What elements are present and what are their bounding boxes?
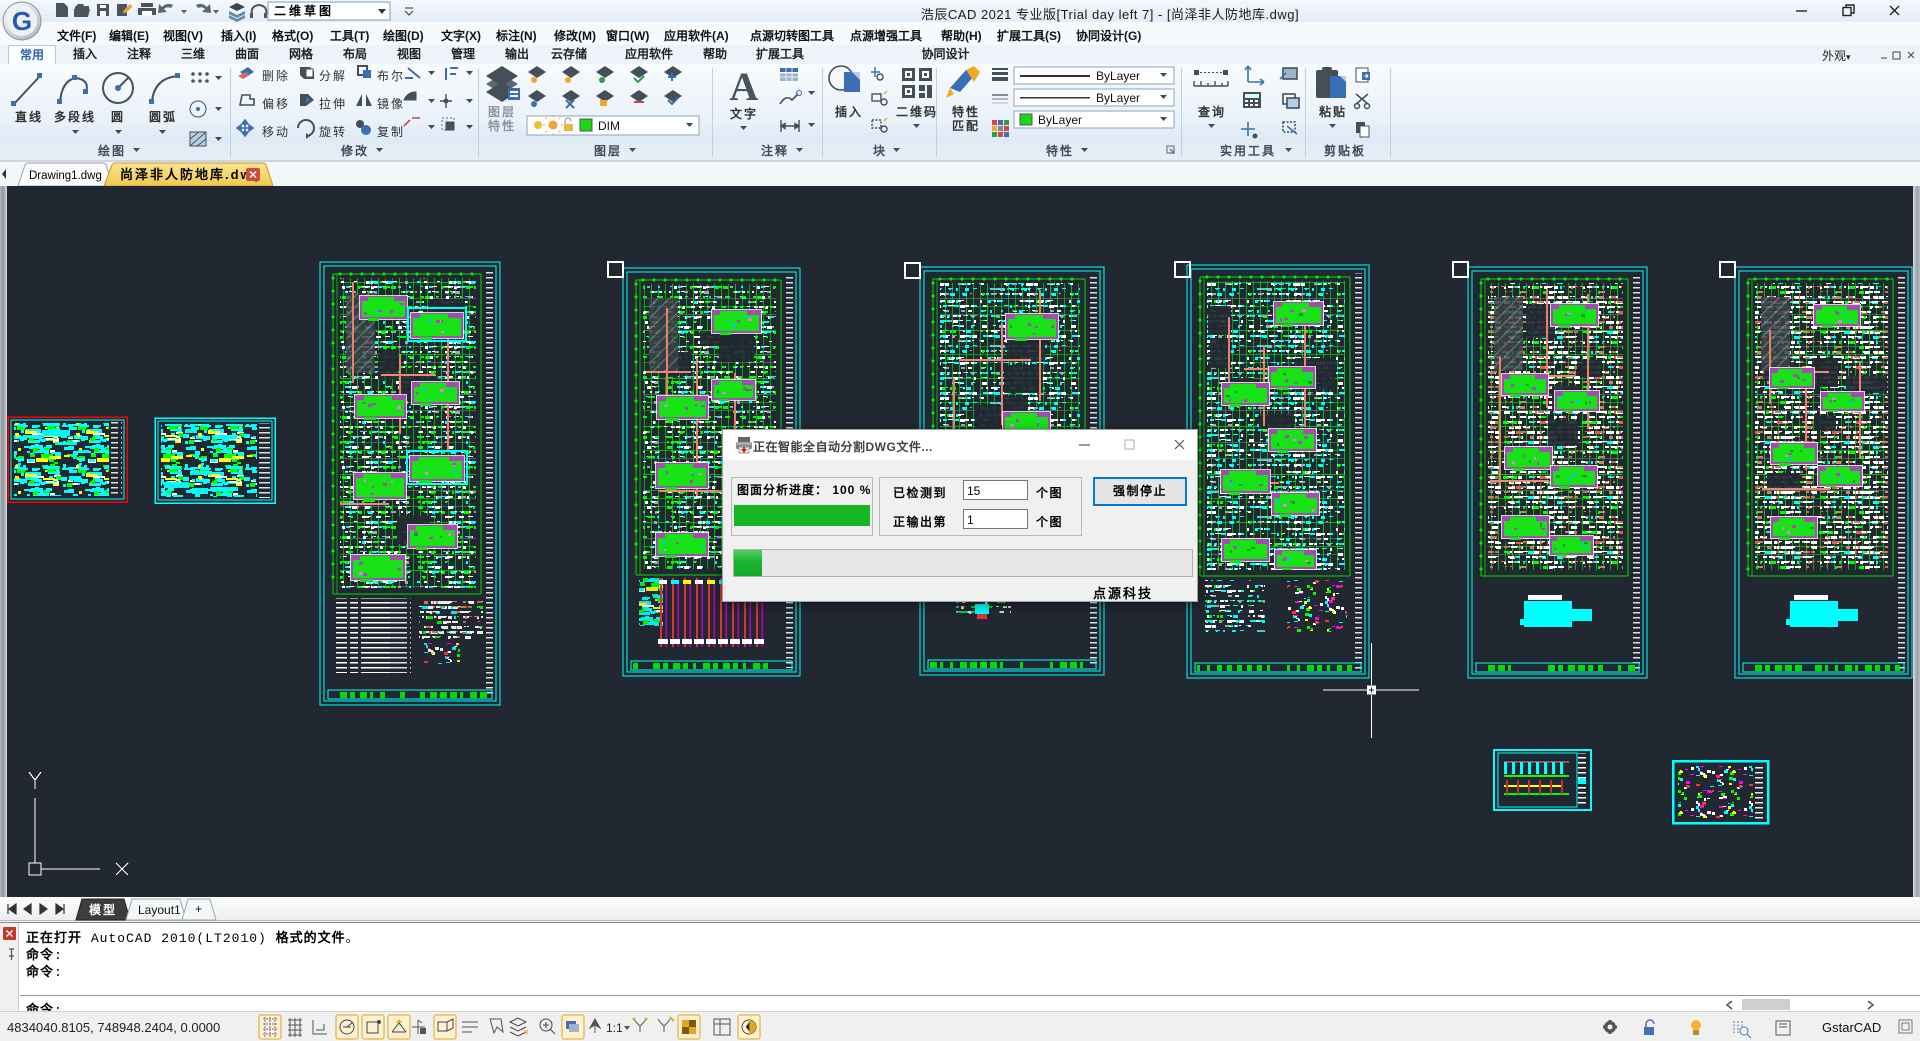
- svg-text:匹配: 匹配: [952, 118, 980, 133]
- svg-text:文字: 文字: [730, 106, 758, 121]
- svg-text:粘贴: 粘贴: [1319, 104, 1347, 119]
- svg-text:删除: 删除: [262, 68, 290, 83]
- svg-text:多段线: 多段线: [54, 109, 96, 124]
- svg-text:拉伸: 拉伸: [319, 96, 347, 111]
- svg-text:二维码: 二维码: [896, 104, 938, 119]
- svg-text:模型: 模型: [89, 902, 117, 917]
- svg-text:特性: 特性: [488, 118, 516, 133]
- svg-text:圆弧: 圆弧: [149, 109, 177, 124]
- svg-text:二维草图: 二维草图: [274, 3, 334, 18]
- svg-text:圆: 圆: [111, 110, 125, 124]
- svg-text:图层: 图层: [488, 105, 516, 119]
- svg-text:特性: 特性: [1046, 143, 1074, 158]
- svg-text:分解: 分解: [319, 69, 347, 83]
- svg-text:ByLayer: ByLayer: [1096, 69, 1140, 83]
- svg-text:旋转: 旋转: [319, 124, 347, 139]
- svg-text:修改: 修改: [340, 143, 369, 158]
- svg-text:注释: 注释: [761, 143, 789, 158]
- svg-text:DIM: DIM: [598, 119, 620, 133]
- svg-text:查询: 查询: [1197, 104, 1226, 119]
- svg-text:+: +: [195, 902, 202, 916]
- svg-text:ByLayer: ByLayer: [1096, 91, 1140, 105]
- svg-text:G: G: [12, 6, 32, 36]
- svg-text:尚泽非人防地库.dwg: 尚泽非人防地库.dwg: [120, 167, 263, 182]
- svg-text:复制: 复制: [377, 125, 405, 139]
- svg-text:A: A: [730, 64, 759, 109]
- svg-text:移动: 移动: [262, 125, 290, 139]
- svg-text:特性: 特性: [952, 104, 980, 119]
- svg-text:Layout1: Layout1: [138, 903, 181, 917]
- svg-text:实用工具: 实用工具: [1220, 143, 1276, 158]
- svg-text:插入: 插入: [835, 104, 863, 119]
- svg-text:1:1: 1:1: [606, 1021, 623, 1035]
- svg-text:图层: 图层: [594, 144, 622, 158]
- svg-text:绘图: 绘图: [98, 143, 126, 158]
- svg-text:Drawing1.dwg: Drawing1.dwg: [29, 170, 102, 182]
- svg-text:剪贴板: 剪贴板: [1324, 143, 1366, 158]
- svg-text:直线: 直线: [15, 109, 43, 124]
- svg-text:块: 块: [873, 143, 887, 158]
- svg-text:ByLayer: ByLayer: [1038, 113, 1082, 127]
- svg-text:镜像: 镜像: [377, 96, 405, 111]
- svg-text:偏移: 偏移: [262, 96, 290, 111]
- svg-text:布尔: 布尔: [377, 68, 405, 83]
